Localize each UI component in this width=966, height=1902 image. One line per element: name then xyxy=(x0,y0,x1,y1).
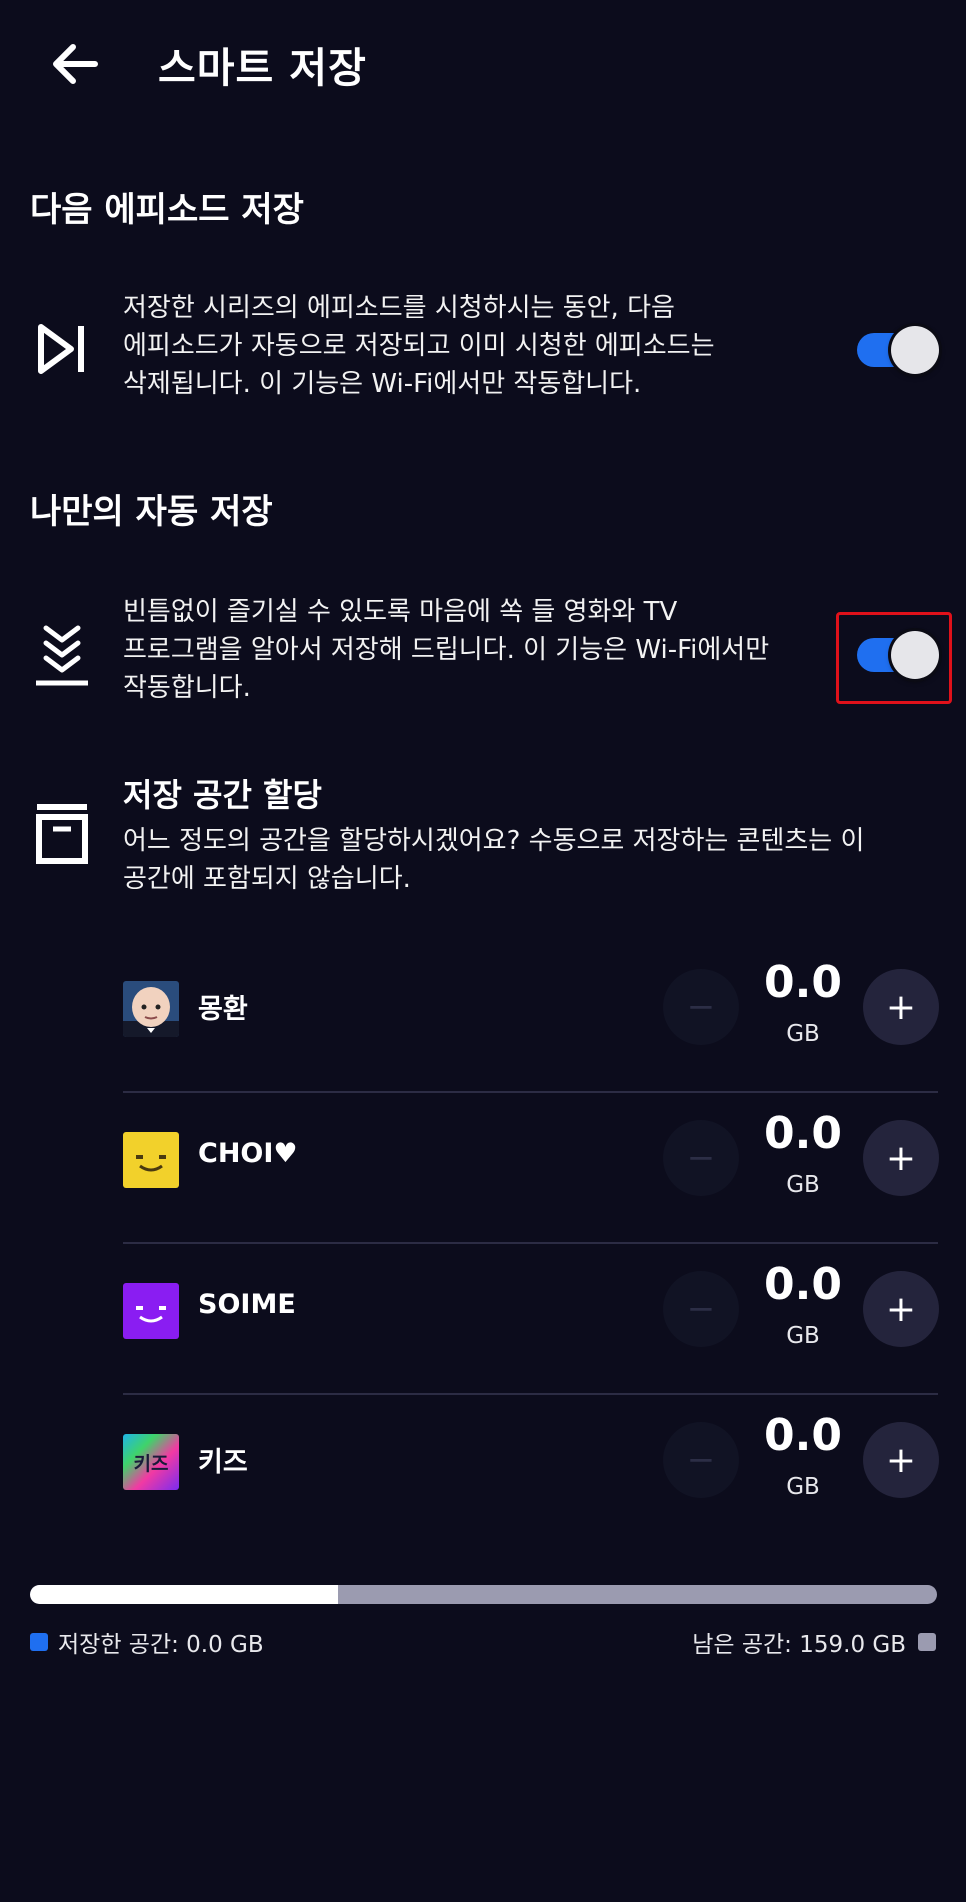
row-divider xyxy=(123,1393,938,1395)
minus-icon: − xyxy=(686,987,716,1027)
remaining-swatch xyxy=(918,1633,936,1651)
avatar-purple-smile xyxy=(123,1283,179,1339)
profile-row: CHOI♥ − 0.0 GB + xyxy=(123,1094,939,1244)
next-episode-description: 저장한 시리즈의 에피소드를 시청하시는 동안, 다음 에피소드가 자동으로 저… xyxy=(123,289,823,403)
description-line: 프로그램을 알아서 저장해 드립니다. 이 기능은 Wi-Fi에서만 xyxy=(123,635,770,665)
next-episode-toggle[interactable] xyxy=(857,326,939,374)
used-swatch xyxy=(30,1633,48,1651)
allocation-value: 0.0 xyxy=(764,1410,842,1461)
allocation-value: 0.0 xyxy=(764,1108,842,1159)
description-line: 저장한 시리즈의 에피소드를 시청하시는 동안, 다음 xyxy=(123,293,675,323)
avatar-baby-boss xyxy=(123,981,179,1037)
allocation-unit: GB xyxy=(786,1323,820,1349)
profile-name: 키즈 xyxy=(198,1447,248,1478)
storage-bar xyxy=(30,1585,937,1604)
back-button[interactable] xyxy=(40,34,110,94)
highlight-box xyxy=(836,612,952,704)
allocation-unit: GB xyxy=(786,1474,820,1500)
decrease-button[interactable]: − xyxy=(663,1271,739,1347)
profile-name: CHOI♥ xyxy=(198,1138,298,1169)
decrease-button[interactable]: − xyxy=(663,969,739,1045)
minus-icon: − xyxy=(686,1289,716,1329)
plus-icon: + xyxy=(885,1137,917,1179)
increase-button[interactable]: + xyxy=(863,1120,939,1196)
description-line: 삭제됩니다. 이 기능은 Wi-Fi에서만 작동합니다. xyxy=(123,369,642,399)
allocation-description: 어느 정도의 공간을 할당하시겠어요? 수동으로 저장하는 콘텐츠는 이 공간에… xyxy=(123,822,943,898)
plus-icon: + xyxy=(885,986,917,1028)
profile-row: 키즈 키즈 − 0.0 GB + xyxy=(123,1396,939,1536)
remaining-space-legend: 남은 공간: 159.0 GB xyxy=(692,1625,936,1659)
plus-icon: + xyxy=(885,1439,917,1481)
allocation-value: 0.0 xyxy=(764,1259,842,1310)
minus-icon: − xyxy=(686,1440,716,1480)
skip-next-icon xyxy=(36,322,88,380)
page-title: 스마트 저장 xyxy=(158,44,367,92)
profile-name: SOIME xyxy=(198,1289,296,1320)
arrow-left-icon xyxy=(53,44,98,84)
storage-box-icon xyxy=(34,802,90,870)
increase-button[interactable]: + xyxy=(863,1271,939,1347)
plus-icon: + xyxy=(885,1288,917,1330)
used-space-legend: 저장한 공간: 0.0 GB xyxy=(30,1625,264,1659)
auto-download-description: 빈틈없이 즐기실 수 있도록 마음에 쏙 들 영화와 TV 프로그램을 알아서 … xyxy=(123,593,823,707)
allocation-value: 0.0 xyxy=(764,957,842,1008)
row-divider xyxy=(123,1091,938,1093)
increase-button[interactable]: + xyxy=(863,1422,939,1498)
remaining-space-label: 남은 공간: 159.0 GB xyxy=(692,1632,906,1658)
allocation-unit: GB xyxy=(786,1021,820,1047)
minus-icon: − xyxy=(686,1138,716,1178)
allocation-unit: GB xyxy=(786,1172,820,1198)
used-space-label: 저장한 공간: 0.0 GB xyxy=(58,1632,264,1658)
avatar-kids: 키즈 xyxy=(123,1434,179,1490)
allocation-title: 저장 공간 할당 xyxy=(123,776,322,814)
decrease-button[interactable]: − xyxy=(663,1120,739,1196)
next-episode-section-title: 다음 에피소드 저장 xyxy=(30,190,304,230)
description-line: 어느 정도의 공간을 할당하시겠어요? 수동으로 저장하는 콘텐츠는 이 xyxy=(123,826,865,856)
auto-download-section-title: 나만의 자동 저장 xyxy=(30,492,273,532)
triple-chevron-down-icon xyxy=(34,624,90,692)
toggle-knob xyxy=(891,326,939,374)
description-line: 작동합니다. xyxy=(123,673,251,703)
profile-name: 몽환 xyxy=(198,994,248,1025)
description-line: 에피소드가 자동으로 저장되고 이미 시청한 에피소드는 xyxy=(123,331,715,361)
increase-button[interactable]: + xyxy=(863,969,939,1045)
profile-row: 몽환 − 0.0 GB + xyxy=(123,943,939,1093)
storage-bar-fill xyxy=(30,1585,339,1604)
avatar-yellow-smile xyxy=(123,1132,179,1188)
description-line: 공간에 포함되지 않습니다. xyxy=(123,864,411,894)
profile-row: SOIME − 0.0 GB + xyxy=(123,1245,939,1395)
decrease-button[interactable]: − xyxy=(663,1422,739,1498)
description-line: 빈틈없이 즐기실 수 있도록 마음에 쏙 들 영화와 TV xyxy=(123,597,678,627)
kids-logo-text: 키즈 xyxy=(133,1452,169,1475)
row-divider xyxy=(123,1242,938,1244)
